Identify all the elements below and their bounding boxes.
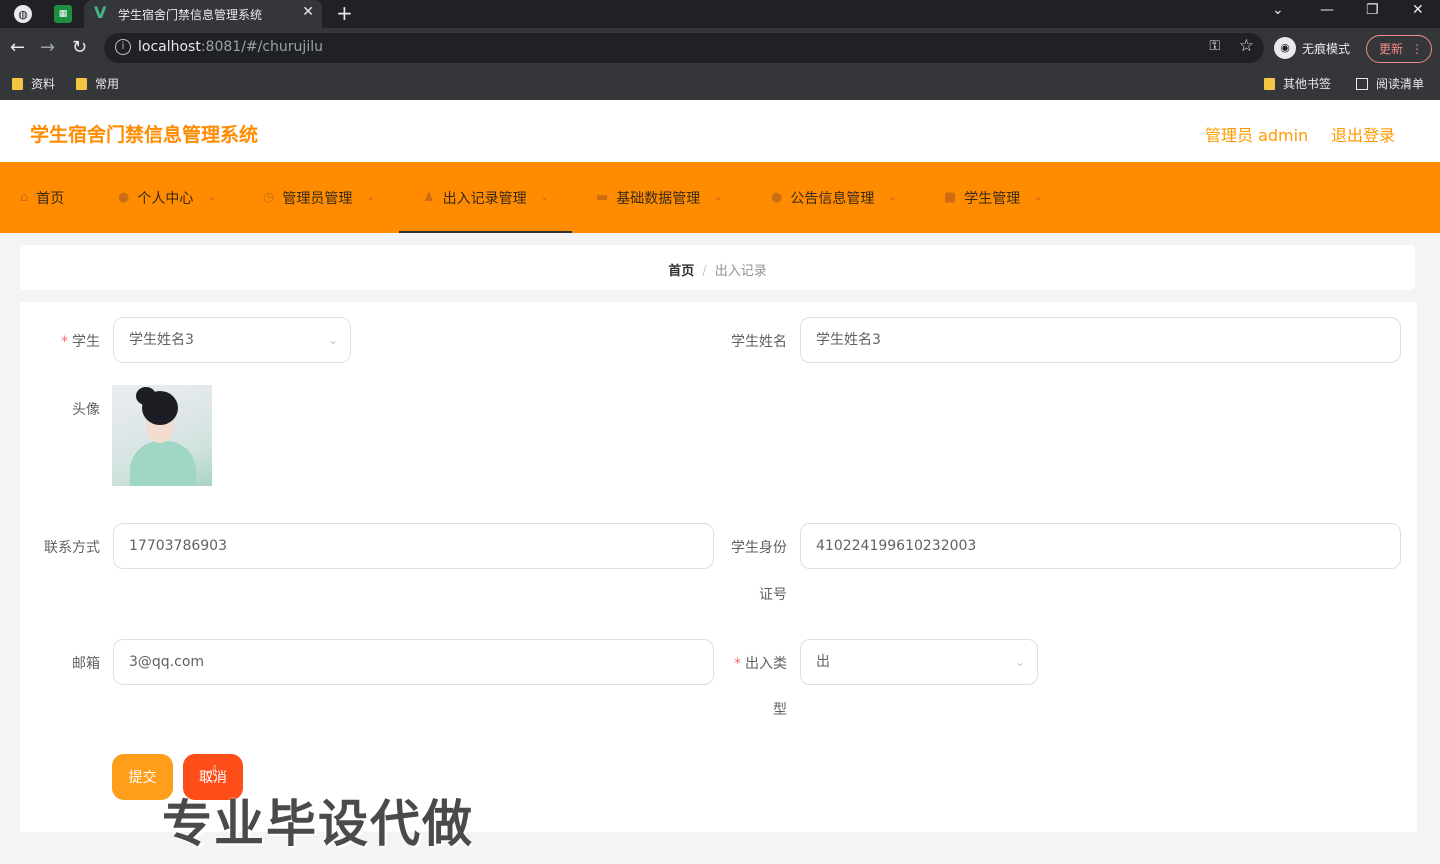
address-bar-row: ← → ↻ i localhost:8081/#/churujilu ⚿ ☆ xyxy=(0,28,1440,68)
browser-tab-bar: ◍ ▦ V 学生宿舍门禁信息管理系统 ✕ + ⌄ — ❐ ✕ xyxy=(0,0,1440,28)
app-header: 学生宿舍门禁信息管理系统 管理员 admin 退出登录 xyxy=(0,100,1440,162)
home-icon: ⌂ xyxy=(20,190,29,205)
url-input[interactable]: i localhost:8081/#/churujilu ⚿ ☆ xyxy=(104,33,1264,63)
top-nav-menu: ⌂ 首页 ● 个人中心 ⌄ ◷ 管理员管理 ⌄ ♟ 出入记录管理 ⌄ ▬ 基础数… xyxy=(0,162,1440,233)
nav-item-base-data[interactable]: ▬ 基础数据管理 ⌄ xyxy=(596,162,723,233)
globe-icon[interactable]: ◍ xyxy=(14,5,32,23)
tab-title: 学生宿舍门禁信息管理系统 xyxy=(118,8,263,22)
student-name-field[interactable]: 学生姓名3 xyxy=(800,317,1401,363)
chat-icon: ▬ xyxy=(596,190,609,205)
avatar-image xyxy=(112,385,212,486)
nav-item-access-records[interactable]: ♟ 出入记录管理 ⌄ xyxy=(399,162,572,233)
user-icon: ● xyxy=(118,190,130,205)
nav-item-admin[interactable]: ◷ 管理员管理 ⌄ xyxy=(263,162,375,233)
admin-user-link[interactable]: 管理员 admin xyxy=(1205,122,1308,146)
folder-icon xyxy=(76,77,87,90)
reading-list-icon xyxy=(1356,77,1368,90)
forward-icon[interactable]: → xyxy=(40,37,55,58)
access-type-label-cont: 型 xyxy=(773,702,787,718)
required-mark: * xyxy=(734,656,741,672)
nav-item-home[interactable]: ⌂ 首页 xyxy=(20,162,64,233)
id-number-field[interactable]: 410224199610232003 xyxy=(800,523,1401,569)
chevron-down-icon: ⌄ xyxy=(366,192,375,203)
vue-logo-icon: V xyxy=(94,3,107,22)
more-icon[interactable]: ⋮ xyxy=(1411,36,1423,62)
bookmark-other[interactable]: 其他书签 xyxy=(1264,75,1331,92)
student-label: * 学生 xyxy=(61,334,100,350)
watermark-text: 专业毕设代做 xyxy=(162,795,474,853)
breadcrumb-separator: / xyxy=(702,264,707,279)
student-select[interactable]: 学生姓名3 ⌄ xyxy=(113,317,351,363)
update-label: 更新 xyxy=(1379,42,1404,56)
chevron-down-icon: ⌄ xyxy=(207,192,216,203)
browser-tab-active[interactable]: V 学生宿舍门禁信息管理系统 ✕ xyxy=(84,0,322,28)
clock-icon: ◷ xyxy=(263,190,275,205)
sheets-icon[interactable]: ▦ xyxy=(54,5,72,23)
breadcrumb-home[interactable]: 首页 xyxy=(668,264,694,279)
pin-icon: ● xyxy=(771,190,783,205)
chevron-down-icon: ⌄ xyxy=(327,333,338,347)
chevron-down-icon: ⌄ xyxy=(888,192,897,203)
access-type-select[interactable]: 出 ⌄ xyxy=(800,639,1038,685)
phone-field[interactable]: 17703786903 xyxy=(113,523,714,569)
incognito-icon[interactable]: ◉ xyxy=(1274,37,1296,59)
grid-icon: ■ xyxy=(944,190,957,205)
reading-list[interactable]: 阅读清单 xyxy=(1356,75,1424,92)
student-name-label: 学生姓名 xyxy=(731,334,787,350)
bookmark-folder[interactable]: 常用 xyxy=(76,75,119,92)
breadcrumb: 首页 / 出入记录 xyxy=(20,260,1415,279)
id-number-label: 学生身份 xyxy=(731,540,787,556)
back-icon[interactable]: ← xyxy=(10,37,25,58)
nav-item-profile[interactable]: ● 个人中心 ⌄ xyxy=(118,162,216,233)
close-icon[interactable]: ✕ xyxy=(302,4,314,20)
chevron-down-icon: ⌄ xyxy=(714,192,723,203)
required-mark: * xyxy=(61,334,68,350)
incognito-label: 无痕模式 xyxy=(1302,42,1351,56)
logout-link[interactable]: 退出登录 xyxy=(1331,122,1395,146)
bookmark-folder[interactable]: 资料 xyxy=(12,75,55,92)
access-type-label: * 出入类 xyxy=(734,656,787,672)
url-text: localhost:8081/#/churujilu xyxy=(138,39,323,55)
chevron-down-icon: ⌄ xyxy=(1034,192,1043,203)
restore-icon[interactable]: ❐ xyxy=(1366,2,1379,18)
nav-item-announcements[interactable]: ● 公告信息管理 ⌄ xyxy=(771,162,897,233)
chevron-down-icon[interactable]: ⌄ xyxy=(1272,2,1284,18)
folder-icon xyxy=(1264,77,1275,90)
folder-icon xyxy=(12,77,23,90)
star-icon[interactable]: ☆ xyxy=(1239,36,1254,56)
info-icon[interactable]: i xyxy=(115,39,131,55)
app-title: 学生宿舍门禁信息管理系统 xyxy=(30,124,259,146)
minimize-icon[interactable]: — xyxy=(1320,2,1334,18)
email-field[interactable]: 3@qq.com xyxy=(113,639,714,685)
chevron-down-icon: ⌄ xyxy=(1014,655,1025,669)
key-icon[interactable]: ⚿ xyxy=(1209,38,1220,54)
update-button[interactable]: 更新 ⋮ xyxy=(1366,35,1432,63)
bookmarks-bar: 资料 常用 其他书签 阅读清单 xyxy=(0,68,1440,100)
breadcrumb-card: 首页 / 出入记录 xyxy=(20,245,1415,290)
reload-icon[interactable]: ↻ xyxy=(72,37,87,58)
chevron-down-icon: ⌄ xyxy=(540,192,550,203)
breadcrumb-current: 出入记录 xyxy=(714,264,767,279)
phone-label: 联系方式 xyxy=(44,540,100,556)
avatar-label: 头像 xyxy=(72,402,100,418)
new-tab-icon[interactable]: + xyxy=(336,1,353,25)
window-close-icon[interactable]: ✕ xyxy=(1412,2,1424,18)
person-icon: ♟ xyxy=(423,190,435,205)
email-label: 邮箱 xyxy=(72,656,100,672)
id-number-label-cont: 证号 xyxy=(759,587,787,603)
nav-item-students[interactable]: ■ 学生管理 ⌄ xyxy=(944,162,1043,233)
